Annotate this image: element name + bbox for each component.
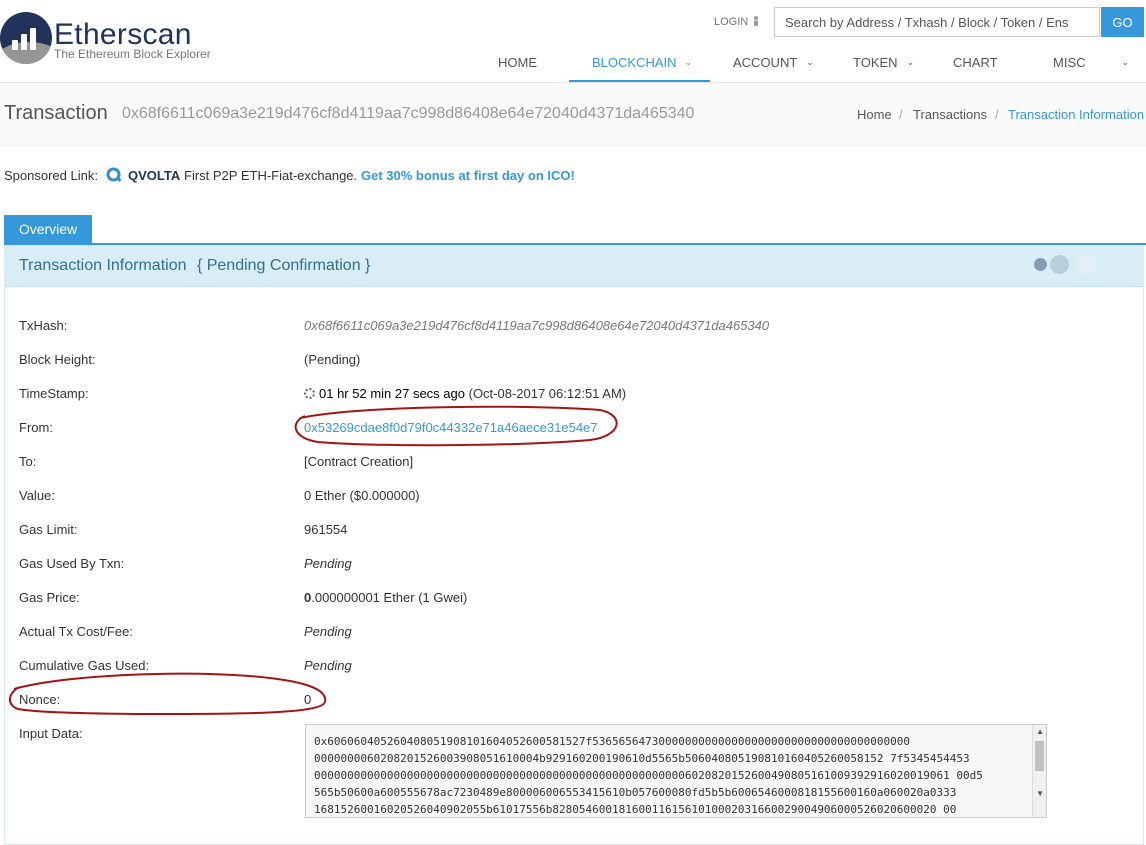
gas-price-label: Gas Price: [19, 590, 80, 605]
input-data-line: 0000000060208201526003908051610004b92916… [314, 752, 970, 765]
breadcrumb-current: Transaction Information [1008, 107, 1145, 122]
nav-blockchain[interactable]: BLOCKCHAIN ⌄ [592, 55, 692, 83]
loading-dot-icon [1077, 255, 1096, 274]
panel-title-text: Transaction Information [19, 257, 187, 274]
chevron-down-icon: ⌄ [906, 57, 915, 67]
nav-account[interactable]: ACCOUNT ⌄ [733, 55, 814, 83]
gas-limit-value: 961554 [304, 522, 348, 537]
tx-cost-value: Pending [304, 624, 352, 639]
chevron-down-icon: ⌄ [684, 57, 693, 67]
input-data-textarea[interactable]: 0x60606040526040805190810160405260058152… [305, 724, 1047, 818]
qvolta-logo-icon[interactable] [106, 167, 122, 183]
login-label: LOGIN [714, 16, 749, 28]
gas-limit-label: Gas Limit: [19, 522, 78, 537]
timestamp-date: (Oct-08-2017 06:12:51 AM) [468, 386, 627, 401]
loading-dot-icon [1050, 255, 1069, 274]
sponsored-text: First P2P ETH-Fiat-exchange. [184, 168, 358, 183]
logo-subtitle: The Ethereum Block Explorer [54, 47, 211, 61]
timestamp-value: 01 hr 52 min 27 secs ago (Oct-08-2017 06… [304, 386, 626, 401]
chevron-down-icon: ⌄ [1121, 57, 1130, 67]
block-height-label: Block Height: [19, 352, 96, 367]
pending-status: { Pending Confirmation } [196, 257, 371, 274]
scroll-up-icon[interactable]: ▲ [1036, 727, 1044, 736]
nav-chart[interactable]: CHART [953, 55, 998, 83]
txhash-label: TxHash: [19, 318, 68, 333]
breadcrumb-separator: / [899, 107, 903, 122]
nav-home[interactable]: HOME [498, 55, 537, 83]
value-value: 0 Ether ($0.000000) [304, 488, 420, 503]
chevron-down-icon: ⌄ [806, 57, 814, 67]
to-value: [Contract Creation] [304, 454, 414, 469]
nav-token[interactable]: TOKEN ⌄ [853, 55, 914, 83]
nonce-label: Nonce: [19, 692, 61, 707]
to-label: To: [19, 454, 37, 469]
timestamp-label: TimeStamp: [19, 386, 89, 401]
input-data-content: 0x60606040526040805190810160405260058152… [314, 733, 1024, 817]
page-title: Transaction [4, 102, 108, 124]
breadcrumb-separator: / [995, 107, 999, 122]
clock-spinner-icon [304, 388, 315, 399]
login-link[interactable]: LOGIN [714, 16, 759, 28]
txhash-value: 0x68f6611c069a3e219d476cf8d4119aa7c998d8… [304, 318, 770, 333]
nav-token-label: TOKEN [853, 55, 898, 70]
search-go-button[interactable]: GO [1101, 7, 1144, 37]
input-data-line: 565b50600a600555678ac7230489e80000600655… [314, 786, 957, 799]
input-data-line: 0x60606040526040805190810160405260058152… [314, 735, 911, 748]
gas-price-rest: .000000001 Ether (1 Gwei) [311, 590, 468, 605]
cumulative-gas-value: Pending [304, 658, 352, 673]
nav-home-label: HOME [498, 55, 537, 70]
from-label: From: [19, 420, 53, 435]
etherscan-logo-icon[interactable] [0, 12, 52, 64]
breadcrumb-home[interactable]: Home [857, 107, 892, 122]
block-height-value: (Pending) [304, 352, 361, 367]
tab-overview[interactable]: Overview [4, 215, 92, 243]
gas-used-value: Pending [304, 556, 352, 571]
timestamp-age: 01 hr 52 min 27 secs ago [319, 386, 465, 401]
scrollbar-thumb[interactable] [1035, 741, 1044, 771]
gas-price-value: 0.000000001 Ether (1 Gwei) [304, 590, 467, 605]
page-title-hash: 0x68f6611c069a3e219d476cf8d4119aa7c998d8… [122, 105, 695, 122]
cumulative-gas-label: Cumulative Gas Used: [19, 658, 150, 673]
input-data-scrollbar[interactable]: ▲ ▼ [1032, 725, 1046, 817]
nav-blockchain-label: BLOCKCHAIN [592, 55, 677, 70]
nonce-value: 0 [304, 692, 312, 707]
sponsored-brand[interactable]: QVOLTA [128, 168, 180, 183]
user-icon [753, 16, 759, 26]
value-label: Value: [19, 488, 55, 503]
tx-cost-label: Actual Tx Cost/Fee: [19, 624, 133, 639]
nav-account-label: ACCOUNT [733, 55, 798, 70]
search-input[interactable] [774, 7, 1100, 37]
nav-misc[interactable]: MISC ⌄ [1053, 55, 1129, 83]
breadcrumb-transactions[interactable]: Transactions [913, 107, 987, 122]
sponsored-link[interactable]: Get 30% bonus at first day on ICO! [361, 168, 575, 183]
from-address-link[interactable]: 0x53269cdae8f0d79f0c44332e71a46aece31e54… [304, 420, 598, 435]
input-data-line: 0000000000000000000000000000000000000000… [314, 769, 983, 782]
loading-dot-icon [1034, 258, 1047, 271]
nav-chart-label: CHART [953, 55, 998, 70]
nav-misc-label: MISC [1053, 55, 1086, 70]
scroll-down-icon[interactable]: ▼ [1036, 789, 1044, 798]
input-data-line: 16815260016020526040902055b61017556b8280… [314, 803, 957, 816]
panel-title: Transaction Information { Pending Confir… [19, 257, 370, 275]
gas-used-label: Gas Used By Txn: [19, 556, 125, 571]
sponsored-label: Sponsored Link: [4, 168, 98, 183]
input-data-label: Input Data: [19, 726, 83, 741]
